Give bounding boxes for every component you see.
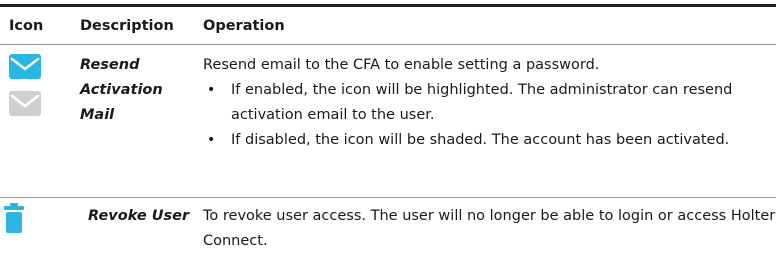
trash-icon[interactable] <box>3 203 25 233</box>
bullet-text: If disabled, the icon will be shaded. Th… <box>231 132 730 148</box>
header-operation: Operation <box>203 17 285 34</box>
bullet-dot: • <box>207 132 216 148</box>
operation-cell: To revoke user access. The user will no … <box>200 198 776 253</box>
header-icon: Icon <box>9 17 44 34</box>
mail-enabled-icon[interactable] <box>9 54 41 79</box>
description-line-1: Resend <box>80 57 140 73</box>
bullet-text: If enabled, the icon will be highlighted… <box>231 82 733 123</box>
description-revoke: Revoke User <box>88 208 190 224</box>
bullet-item: • If disabled, the icon will be shaded. T… <box>207 128 776 153</box>
table-header-row: Icon Description Operation <box>0 7 776 45</box>
bullet-dot: • <box>207 82 216 98</box>
description-cell: Resend Activation Mail <box>60 45 200 197</box>
bullet-item: • If enabled, the icon will be highlighte… <box>207 78 776 128</box>
icon-cell <box>0 45 60 197</box>
operations-table: Icon Description Operation Resend Activa… <box>0 4 776 253</box>
description-line-2: Activation Mail <box>80 82 163 123</box>
icon-cell <box>0 198 60 253</box>
operation-intro: Resend email to the CFA to enable settin… <box>203 57 600 73</box>
operation-revoke-text: To revoke user access. The user will no … <box>203 208 776 249</box>
operation-bullets: • If enabled, the icon will be highlighte… <box>203 78 776 153</box>
table-row-resend: Resend Activation Mail Resend email to t… <box>0 45 776 198</box>
operation-cell: Resend email to the CFA to enable settin… <box>200 45 776 197</box>
mail-disabled-icon <box>9 91 41 116</box>
description-cell: Revoke User <box>60 198 200 253</box>
header-description: Description <box>80 17 174 34</box>
table-row-revoke: Revoke User To revoke user access. The u… <box>0 198 776 253</box>
